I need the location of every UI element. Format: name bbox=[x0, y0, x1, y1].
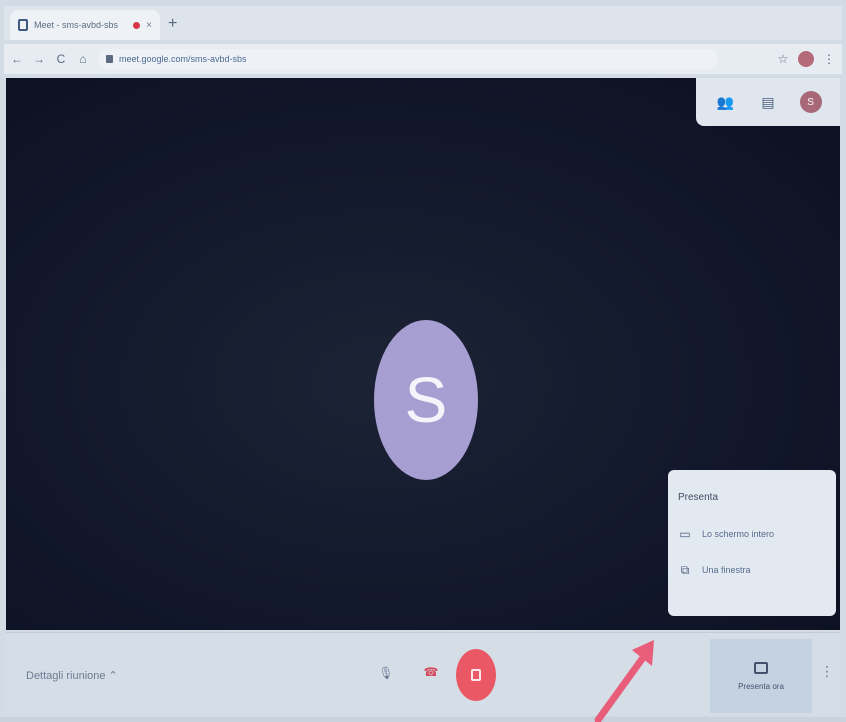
home-button[interactable]: ⌂ bbox=[76, 52, 90, 66]
chat-icon[interactable]: ▤ bbox=[757, 91, 779, 113]
participants-icon[interactable]: 👥 bbox=[714, 91, 736, 113]
address-row: ← → C ⌂ meet.google.com/sms-avbd-sbs ☆ ⋮ bbox=[4, 44, 842, 74]
hang-up-button[interactable]: ☎ bbox=[420, 665, 442, 679]
tab-title: Meet - sms-avbd-sbs bbox=[34, 20, 119, 30]
back-button[interactable]: ← bbox=[10, 52, 24, 66]
url-text: meet.google.com/sms-avbd-sbs bbox=[119, 54, 247, 64]
star-icon[interactable]: ☆ bbox=[776, 52, 790, 66]
window-icon: ⧉ bbox=[680, 562, 690, 577]
present-window-item[interactable]: ⧉ Una finestra bbox=[678, 557, 826, 583]
microphone-button[interactable]: 🎙 bbox=[378, 663, 394, 683]
present-window-label: Una finestra bbox=[702, 565, 751, 575]
present-menu: Presenta ▭ Lo schermo intero ⧉ Una fines… bbox=[668, 470, 836, 616]
reload-button[interactable]: C bbox=[54, 52, 68, 66]
address-bar[interactable]: meet.google.com/sms-avbd-sbs bbox=[98, 49, 718, 69]
profile-avatar[interactable] bbox=[798, 51, 814, 67]
meet-favicon-icon bbox=[18, 19, 28, 31]
browser-window: Meet - sms-avbd-sbs × + ← → C ⌂ meet.goo… bbox=[0, 0, 846, 722]
tab-close-button[interactable]: × bbox=[146, 20, 152, 31]
new-tab-button[interactable]: + bbox=[168, 16, 177, 32]
more-options-button[interactable]: ⋮ bbox=[820, 663, 834, 680]
tab-bar: Meet - sms-avbd-sbs × + bbox=[4, 6, 842, 40]
monitor-icon: ▭ bbox=[679, 527, 691, 541]
present-now-button[interactable]: Presenta ora bbox=[710, 639, 812, 713]
present-entire-screen-label: Lo schermo intero bbox=[702, 529, 775, 539]
meeting-top-controls: 👥 ▤ S bbox=[696, 78, 840, 126]
present-now-label: Presenta ora bbox=[738, 681, 784, 691]
browser-menu-icon[interactable]: ⋮ bbox=[822, 52, 836, 66]
recording-indicator-icon bbox=[133, 21, 141, 29]
annotation-arrow-icon bbox=[594, 640, 654, 722]
present-entire-screen-item[interactable]: ▭ Lo schermo intero bbox=[678, 521, 826, 547]
tab-meet[interactable]: Meet - sms-avbd-sbs × bbox=[10, 10, 160, 40]
lock-icon bbox=[106, 55, 113, 63]
camera-off-icon bbox=[471, 669, 481, 681]
self-avatar[interactable]: S bbox=[799, 91, 822, 113]
meeting-details-button[interactable]: Dettagli riunione ⌃ bbox=[26, 669, 118, 682]
participant-avatar: S bbox=[374, 320, 478, 480]
forward-button[interactable]: → bbox=[32, 52, 46, 66]
present-menu-title: Presenta bbox=[678, 492, 719, 503]
meeting-bottom-bar: Dettagli riunione ⌃ 🎙 ☎ Presenta ora ⋮ bbox=[6, 632, 840, 715]
present-screen-icon bbox=[754, 661, 768, 674]
camera-off-button[interactable] bbox=[456, 649, 496, 701]
